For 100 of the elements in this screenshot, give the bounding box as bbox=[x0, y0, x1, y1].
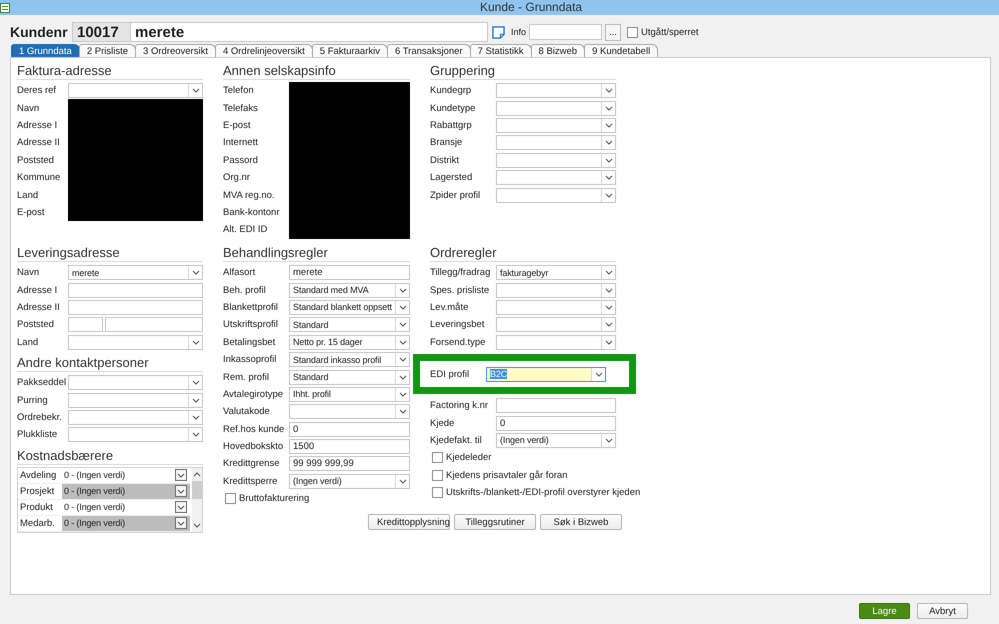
tab[interactable]: 6 Transaksjoner bbox=[386, 44, 471, 57]
dropdown-field[interactable] bbox=[68, 334, 203, 350]
dropdown-field[interactable]: (Ingen verdi) bbox=[496, 432, 616, 448]
chevron-down-icon bbox=[398, 478, 406, 484]
dropdown-field[interactable] bbox=[496, 282, 616, 298]
dropdown-field[interactable]: Standard inkasso profil bbox=[289, 352, 410, 368]
scrollbar-thumb[interactable] bbox=[192, 480, 202, 499]
dropdown-field[interactable] bbox=[496, 152, 616, 168]
dropdown-field[interactable] bbox=[496, 334, 616, 350]
field-label: Distrikt bbox=[430, 154, 460, 166]
action-button[interactable]: Kredittopplysning bbox=[368, 514, 450, 530]
tab[interactable]: 3 Ordreoversikt bbox=[135, 44, 216, 57]
dropdown-field[interactable]: Standard med MVA bbox=[289, 282, 410, 298]
checkbox[interactable] bbox=[432, 452, 443, 464]
dropdown-field[interactable]: Netto pr. 15 dager bbox=[289, 334, 410, 350]
note-icon[interactable] bbox=[492, 26, 505, 38]
field-label: Lagersted bbox=[430, 172, 474, 184]
checkbox[interactable] bbox=[432, 470, 443, 481]
field-label: Poststed bbox=[17, 154, 55, 166]
dropdown-field[interactable]: 0 - (Ingen verdi) bbox=[62, 468, 190, 484]
chevron-down-icon bbox=[177, 488, 185, 494]
text-field[interactable]: 0 bbox=[496, 416, 616, 431]
field-label: Beh. profil bbox=[223, 284, 267, 296]
dropdown-field[interactable] bbox=[68, 392, 203, 408]
field-label: Navn bbox=[17, 267, 40, 278]
chevron-down-icon bbox=[192, 398, 200, 403]
text-field[interactable] bbox=[496, 398, 616, 414]
customer-number-field[interactable]: 10017 bbox=[72, 22, 131, 42]
tab[interactable]: 5 Fakturaarkiv bbox=[312, 44, 388, 57]
tab[interactable]: 8 Bizweb bbox=[530, 44, 586, 57]
chevron-down-icon bbox=[192, 380, 200, 386]
save-button[interactable]: Lagre bbox=[859, 603, 910, 619]
field-label: Valutakode bbox=[223, 406, 271, 418]
dropdown-field[interactable] bbox=[496, 170, 616, 186]
dropdown-field[interactable]: Standard blankett oppsett bbox=[289, 300, 410, 315]
chevron-down-icon bbox=[192, 340, 200, 345]
field-label: Kjede bbox=[430, 418, 456, 429]
tab[interactable]: 4 Ordrelinjeoversikt bbox=[214, 44, 313, 57]
dropdown-field[interactable] bbox=[496, 317, 616, 332]
browse-button[interactable]: ... bbox=[605, 24, 621, 40]
dropdown-field[interactable]: (Ingen verdi) bbox=[289, 474, 410, 489]
action-button[interactable]: Tilleggsrutiner bbox=[454, 514, 536, 530]
text-field[interactable]: 0 bbox=[289, 422, 410, 437]
field-label: Ref.hos kunde bbox=[223, 424, 286, 435]
field-label: Kundetype bbox=[430, 102, 476, 114]
chevron-down-icon bbox=[604, 270, 612, 276]
dropdown-field[interactable] bbox=[496, 83, 616, 98]
dropdown-field[interactable]: fakturagebyr bbox=[496, 265, 616, 280]
dropdown-field[interactable] bbox=[68, 410, 203, 425]
text-field[interactable] bbox=[68, 300, 203, 315]
dropdown-field[interactable]: 0 - (Ingen verdi) bbox=[62, 500, 190, 516]
field-label: Forsend.type bbox=[430, 336, 486, 348]
cancel-button[interactable]: Avbryt bbox=[917, 603, 968, 619]
checkbox-label: Kjedeleder bbox=[446, 452, 492, 464]
field-label: Kommune bbox=[17, 172, 62, 184]
dropdown-field[interactable] bbox=[68, 375, 203, 390]
dropdown-field[interactable]: Ihht. profil bbox=[289, 386, 410, 402]
chevron-down-icon bbox=[177, 472, 185, 478]
text-field[interactable] bbox=[68, 282, 203, 298]
field-label: Kundenr bbox=[10, 24, 69, 40]
tab[interactable]: 7 Statistikk bbox=[470, 44, 532, 57]
action-button[interactable]: Søk i Bizweb bbox=[540, 514, 622, 530]
field-label: Telefon bbox=[223, 85, 255, 96]
dropdown-field[interactable] bbox=[68, 83, 203, 98]
text-field[interactable] bbox=[105, 317, 203, 332]
text-field[interactable]: 99 999 999,99 bbox=[289, 456, 410, 472]
tab[interactable]: 1 Grunndata bbox=[11, 44, 80, 57]
tab[interactable]: 9 Kundetabell bbox=[584, 44, 658, 57]
chevron-down-icon bbox=[192, 432, 200, 438]
checkbox[interactable] bbox=[225, 493, 236, 504]
field-label: Utskriftsprofil bbox=[223, 319, 279, 330]
dropdown-field[interactable]: Standard bbox=[289, 317, 410, 332]
text-field[interactable]: 1500 bbox=[289, 439, 410, 454]
field-label: Plukkliste bbox=[17, 429, 58, 440]
dropdown-field[interactable] bbox=[496, 300, 616, 315]
dropdown-field[interactable] bbox=[496, 100, 616, 116]
field-label: Ordrebekr. bbox=[17, 412, 63, 423]
field-label: E-post bbox=[17, 206, 46, 218]
dropdown-field[interactable] bbox=[496, 188, 616, 203]
chevron-down-icon bbox=[604, 140, 612, 146]
dropdown-field[interactable] bbox=[496, 118, 616, 133]
dropdown-field[interactable]: merete bbox=[68, 265, 203, 280]
checkbox[interactable] bbox=[627, 26, 638, 38]
info-field[interactable] bbox=[529, 24, 602, 40]
text-field[interactable] bbox=[68, 317, 103, 332]
text-field[interactable]: merete bbox=[289, 265, 410, 280]
checkbox-label: Kjedens prisavtaler går foran bbox=[446, 470, 568, 481]
field-label: Blankettprofil bbox=[223, 302, 279, 313]
customer-name-field[interactable]: merete bbox=[131, 22, 488, 42]
section-title: Annen selskapsinfo bbox=[223, 62, 410, 80]
dropdown-field[interactable] bbox=[68, 427, 203, 442]
checkbox[interactable] bbox=[432, 487, 443, 498]
dropdown-field[interactable] bbox=[496, 135, 616, 150]
scrollbar[interactable] bbox=[192, 468, 202, 532]
section-title: Faktura-adresse bbox=[17, 62, 203, 80]
dropdown-field[interactable] bbox=[289, 404, 410, 420]
field-label: Telefaks bbox=[223, 102, 259, 114]
tab[interactable]: 2 Prisliste bbox=[78, 44, 136, 57]
dropdown-field[interactable]: Standard bbox=[289, 370, 410, 385]
field-label: Land bbox=[17, 190, 40, 201]
